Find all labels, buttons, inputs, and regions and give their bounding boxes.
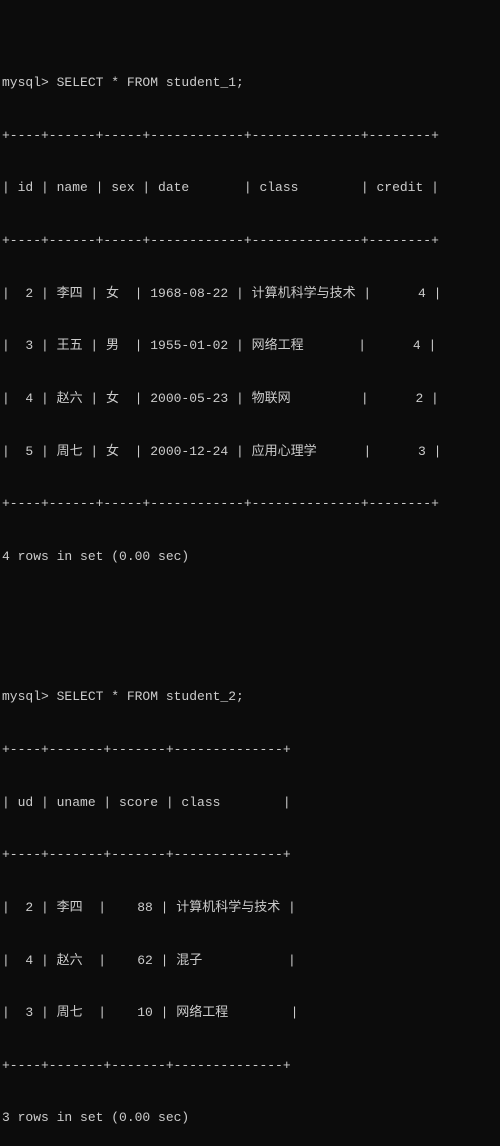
terminal-output: mysql> SELECT * FROM student_1; +----+--… <box>0 0 500 1146</box>
table-border: +----+------+-----+------------+--------… <box>2 232 498 250</box>
table-border: +----+-------+-------+--------------+ <box>2 741 498 759</box>
table-row: | 4 | 赵六 | 62 | 混子 | <box>2 952 498 970</box>
table-row: | 2 | 李四 | 女 | 1968-08-22 | 计算机科学与技术 | 4… <box>2 285 498 303</box>
table-row: | 4 | 赵六 | 女 | 2000-05-23 | 物联网 | 2 | <box>2 390 498 408</box>
table-border: +----+-------+-------+--------------+ <box>2 846 498 864</box>
table-border: +----+------+-----+------------+--------… <box>2 495 498 513</box>
table-row: | 3 | 周七 | 10 | 网络工程 | <box>2 1004 498 1022</box>
prompt-line[interactable]: mysql> SELECT * FROM student_2; <box>2 688 498 706</box>
table-header: | id | name | sex | date | class | credi… <box>2 179 498 197</box>
table-row: | 2 | 李四 | 88 | 计算机科学与技术 | <box>2 899 498 917</box>
table-border: +----+------+-----+------------+--------… <box>2 127 498 145</box>
table-header: | ud | uname | score | class | <box>2 794 498 812</box>
result-summary: 3 rows in set (0.00 sec) <box>2 1109 498 1127</box>
table-row: | 5 | 周七 | 女 | 2000-12-24 | 应用心理学 | 3 | <box>2 443 498 461</box>
prompt-line[interactable]: mysql> SELECT * FROM student_1; <box>2 74 498 92</box>
table-row: | 3 | 王五 | 男 | 1955-01-02 | 网络工程 | 4 | <box>2 337 498 355</box>
table-border: +----+-------+-------+--------------+ <box>2 1057 498 1075</box>
blank-line <box>2 601 498 619</box>
result-summary: 4 rows in set (0.00 sec) <box>2 548 498 566</box>
